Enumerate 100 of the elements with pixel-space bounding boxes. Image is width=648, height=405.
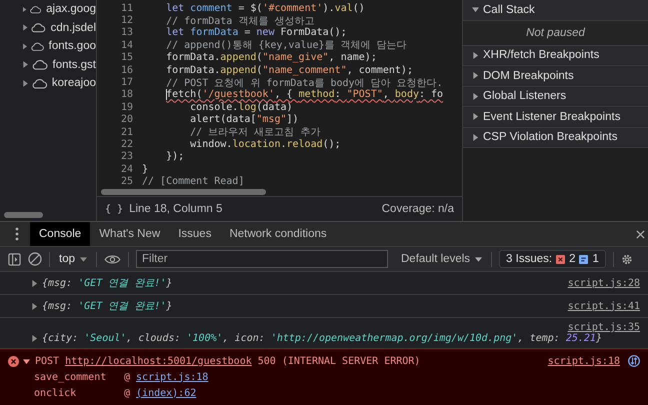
line-number: 17: [120, 77, 134, 88]
collapsed-arrow-icon[interactable]: [472, 134, 479, 141]
error-issue-icon: [556, 254, 566, 264]
pretty-print-button[interactable]: { }: [105, 204, 124, 214]
section-header[interactable]: Global Listeners: [463, 86, 648, 107]
sidebar-toggle-icon[interactable]: [8, 252, 21, 266]
line-number: 25: [120, 176, 134, 188]
code-line: // 브라우저 새로고침 추가: [189, 126, 320, 139]
cloud-icon: [29, 4, 42, 15]
line-number: 23: [120, 151, 134, 162]
source-link[interactable]: script.js:28: [560, 278, 640, 288]
cloud-icon: [30, 40, 44, 52]
line-number: 15: [120, 52, 134, 64]
drawer-tab[interactable]: Console: [30, 222, 90, 246]
collapsed-arrow-icon[interactable]: [31, 335, 38, 342]
log-levels-dropdown[interactable]: Default levels: [399, 253, 484, 265]
section-header[interactable]: DOM Breakpoints: [463, 66, 648, 86]
collapsed-arrow-icon[interactable]: [22, 6, 27, 13]
code-line: });: [165, 151, 184, 162]
code-line: // [Comment Read]: [142, 176, 244, 188]
domain-folder[interactable]: fonts.gst: [52, 58, 96, 71]
scrollbar-thumb[interactable]: [4, 212, 43, 218]
code-line: // append()통해 {key,value}를 객체에 담는다: [165, 39, 407, 52]
collapsed-arrow-icon[interactable]: [472, 92, 479, 100]
stack-location-link[interactable]: (index):62: [136, 388, 196, 398]
more-options-icon[interactable]: [15, 227, 19, 241]
domain-folder[interactable]: koreajoo: [52, 77, 96, 90]
eye-icon[interactable]: [104, 254, 121, 264]
collapsed-arrow-icon[interactable]: [472, 113, 479, 120]
section-header[interactable]: Call Stack: [463, 0, 648, 20]
code-line: formData.append("name_comment", comment);: [165, 64, 413, 76]
at-sign: @: [124, 372, 130, 382]
code-line: // POST 요청에 위 formData를 body에 담아 요청한다.: [165, 76, 443, 89]
code-line: let comment = $('#comment').val(): [165, 2, 365, 14]
collapsed-arrow-icon[interactable]: [31, 302, 38, 310]
stack-function: save_comment: [34, 372, 108, 382]
cloud-icon: [30, 22, 46, 34]
line-number: 21: [120, 126, 134, 138]
collapsed-arrow-icon[interactable]: [22, 61, 29, 68]
line-number: 11: [120, 2, 134, 14]
line-number: 22: [120, 138, 134, 150]
line-number: 20: [120, 114, 134, 126]
code-line: // formData 객체를 생성하고: [165, 14, 314, 27]
collapsed-arrow-icon[interactable]: [472, 72, 479, 80]
collapsed-arrow-icon[interactable]: [22, 24, 28, 32]
section-header[interactable]: Event Listener Breakpoints: [463, 107, 648, 128]
collapsed-arrow-icon[interactable]: [22, 80, 29, 87]
clear-console-icon[interactable]: [28, 252, 42, 266]
drawer-tab[interactable]: Issues: [169, 222, 220, 246]
section-header[interactable]: CSP Violation Breakpoints: [463, 128, 648, 148]
error-text: POST http://localhost:5001/guestbook 500 (INTERNAL SERVER ERROR): [35, 356, 420, 366]
line-number: 16: [120, 64, 134, 76]
status-message: Not paused: [463, 20, 648, 46]
scrollbar-thumb[interactable]: [101, 188, 266, 195]
settings-icon[interactable]: [620, 252, 633, 266]
cloud-icon: [30, 59, 48, 70]
code-line: }: [142, 164, 148, 175]
drawer-tab[interactable]: What's New: [90, 222, 170, 246]
caret-icon: [475, 256, 482, 262]
caret-icon: [80, 256, 87, 262]
at-sign: @: [124, 388, 130, 398]
code-line: fetch('/guestbook', { method: "POST", body: fo: [166, 89, 444, 100]
domain-folder[interactable]: ajax.goog: [46, 3, 96, 16]
line-number: 13: [120, 27, 134, 38]
filter-field[interactable]: Filter: [136, 250, 388, 268]
issues-button[interactable]: 3 Issues: 2 1: [499, 250, 606, 268]
line-number: 24: [120, 164, 134, 175]
line-number: 18: [120, 89, 134, 100]
source-link[interactable]: script.js:18: [540, 356, 620, 366]
source-link[interactable]: script.js:41: [560, 300, 640, 312]
domain-folder[interactable]: cdn.jsdel: [50, 22, 96, 34]
expanded-arrow-icon[interactable]: [23, 358, 30, 364]
request-url-link[interactable]: http://localhost:5001/guestbook: [65, 356, 252, 366]
object-preview[interactable]: {city: 'Seoul', clouds: '100%', icon: 'http://openweathermap.org/img/w/10d.png', temp: 25.21}: [42, 333, 602, 344]
network-request-icon[interactable]: [628, 355, 640, 367]
object-preview[interactable]: {msg: 'GET 연결 완료!'}: [42, 299, 172, 313]
stack-function: onclick: [34, 388, 78, 398]
cursor-position: Line 18, Column 5: [129, 203, 222, 215]
line-number: 12: [120, 15, 134, 26]
error-icon: [8, 356, 19, 366]
cloud-icon: [30, 78, 47, 89]
object-preview[interactable]: {msg: 'GET 연결 완료!'}: [42, 276, 172, 290]
context-dropdown[interactable]: top: [57, 253, 89, 265]
source-link[interactable]: script.js:35: [560, 322, 640, 333]
close-icon[interactable]: [636, 230, 645, 238]
section-header[interactable]: XHR/fetch Breakpoints: [463, 46, 648, 66]
collapsed-arrow-icon[interactable]: [22, 42, 28, 50]
coverage-label: Coverage: n/a: [382, 203, 454, 215]
collapsed-arrow-icon[interactable]: [472, 52, 479, 59]
code-line: alert(data["msg"]): [189, 114, 299, 126]
code-line: console.log(data): [189, 102, 293, 113]
expanded-arrow-icon[interactable]: [472, 6, 479, 14]
info-issue-icon: [579, 254, 588, 264]
code-line: formData.append("name_give", name);: [165, 52, 377, 64]
drawer-tab[interactable]: Network conditions: [220, 222, 336, 246]
code-line: window.location.reload();: [189, 138, 341, 150]
stack-location-link[interactable]: script.js:18: [136, 372, 208, 382]
collapsed-arrow-icon[interactable]: [31, 280, 38, 286]
line-number: 19: [120, 102, 134, 113]
domain-folder[interactable]: fonts.goo: [48, 40, 96, 52]
